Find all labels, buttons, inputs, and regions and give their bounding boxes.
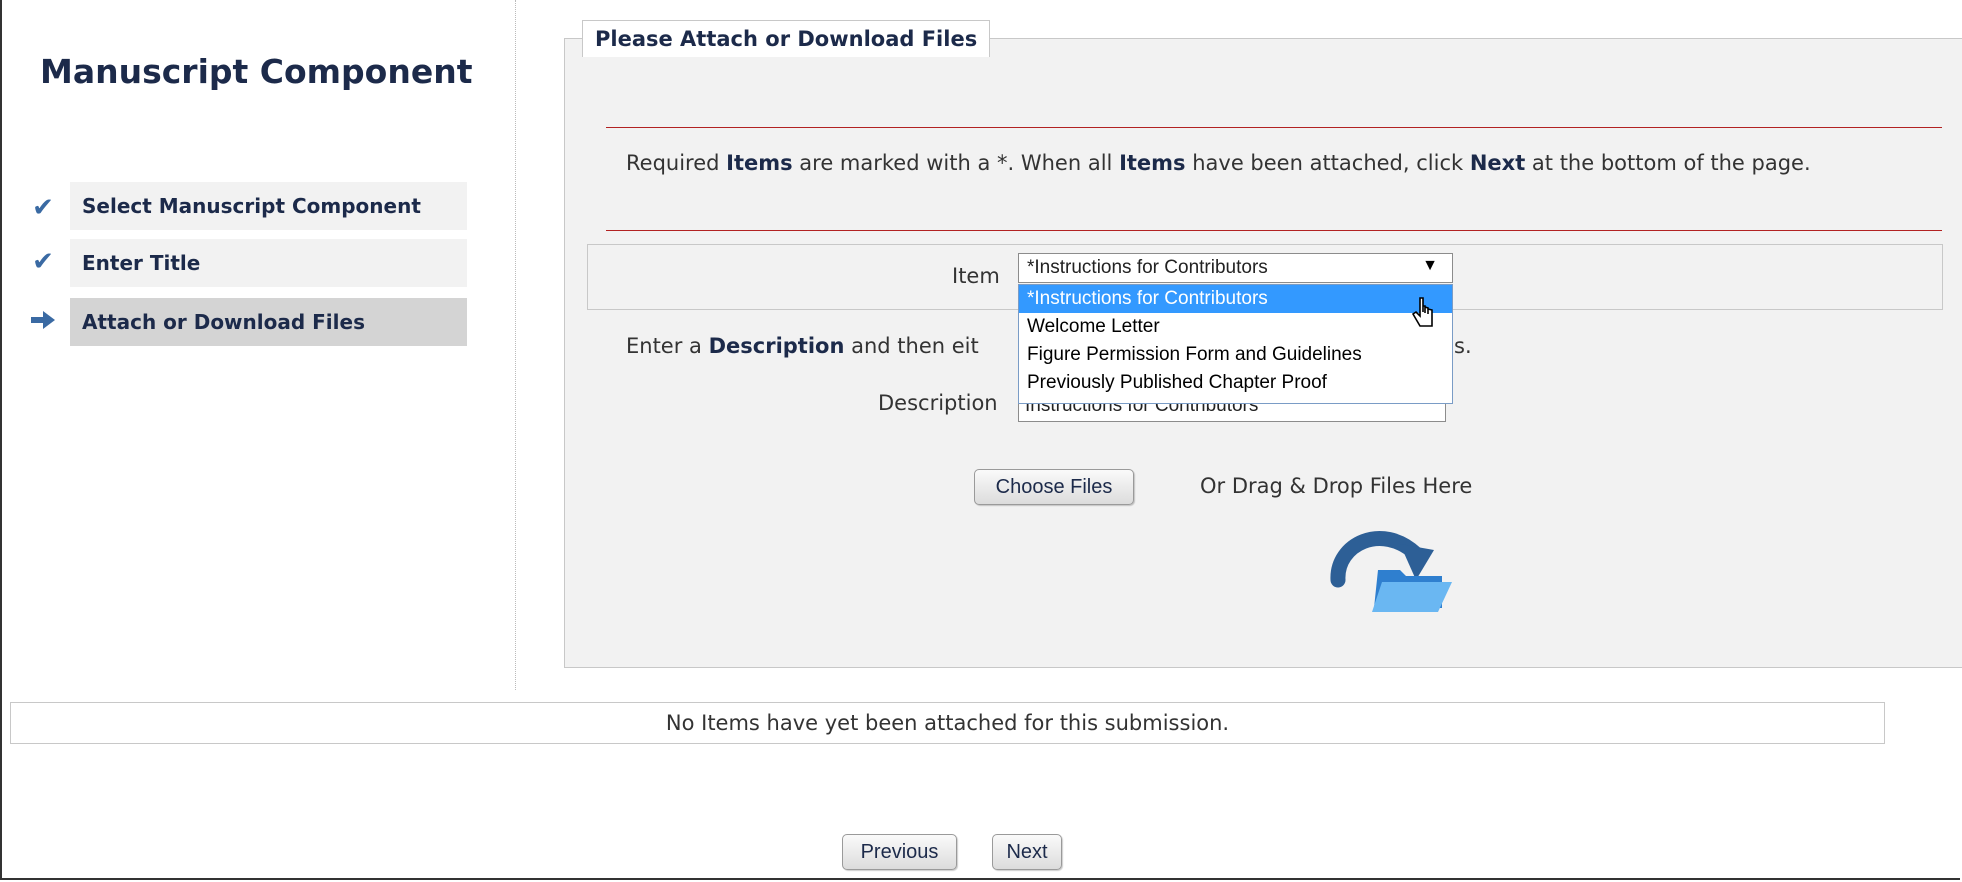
step-label: Select Manuscript Component: [82, 194, 421, 218]
divider-top: [606, 127, 1942, 128]
panel-legend: Please Attach or Download Files: [582, 20, 991, 57]
dropdown-option[interactable]: Previously Published Chapter Proof: [1019, 369, 1452, 397]
sidebar-title: Manuscript Component: [40, 52, 473, 91]
dropdown-option[interactable]: Welcome Letter: [1019, 313, 1452, 341]
checkmark-icon: ✔: [32, 193, 54, 223]
description-label: Description: [878, 391, 998, 415]
choose-files-button[interactable]: Choose Files: [974, 469, 1134, 505]
dropdown-option[interactable]: Figure Permission Form and Guidelines: [1019, 341, 1452, 369]
chevron-down-icon: ▼: [1422, 257, 1438, 274]
step-select-manuscript-component[interactable]: Select Manuscript Component: [70, 182, 467, 230]
folder-upload-icon[interactable]: [1330, 522, 1454, 614]
item-select-value: *Instructions for Contributors: [1027, 257, 1268, 278]
divider-bottom: [606, 230, 1942, 231]
step-label: Attach or Download Files: [82, 310, 365, 334]
previous-button[interactable]: Previous: [842, 834, 957, 870]
mouse-cursor-icon: [1412, 297, 1433, 327]
arrow-right-icon: [28, 305, 58, 335]
drag-drop-label: Or Drag & Drop Files Here: [1200, 474, 1473, 498]
sidebar-divider: [515, 0, 516, 690]
step-label: Enter Title: [82, 251, 201, 275]
enter-description-tail: s.: [1454, 334, 1472, 358]
item-label: Item: [952, 264, 1000, 288]
checkmark-icon: ✔: [32, 247, 54, 277]
attached-items-status: No Items have yet been attached for this…: [10, 702, 1885, 744]
instructions-text: Required Items are marked with a *. When…: [626, 151, 1811, 175]
item-select[interactable]: *Instructions for Contributors ▼: [1018, 253, 1453, 283]
dropdown-option[interactable]: *Instructions for Contributors: [1019, 285, 1452, 313]
enter-description-text: Enter a Description and then eit: [626, 334, 979, 358]
step-attach-or-download-files[interactable]: Attach or Download Files: [70, 298, 467, 346]
item-dropdown-list: *Instructions for Contributors Welcome L…: [1018, 284, 1453, 404]
step-enter-title[interactable]: Enter Title: [70, 239, 467, 287]
next-button[interactable]: Next: [992, 834, 1062, 870]
